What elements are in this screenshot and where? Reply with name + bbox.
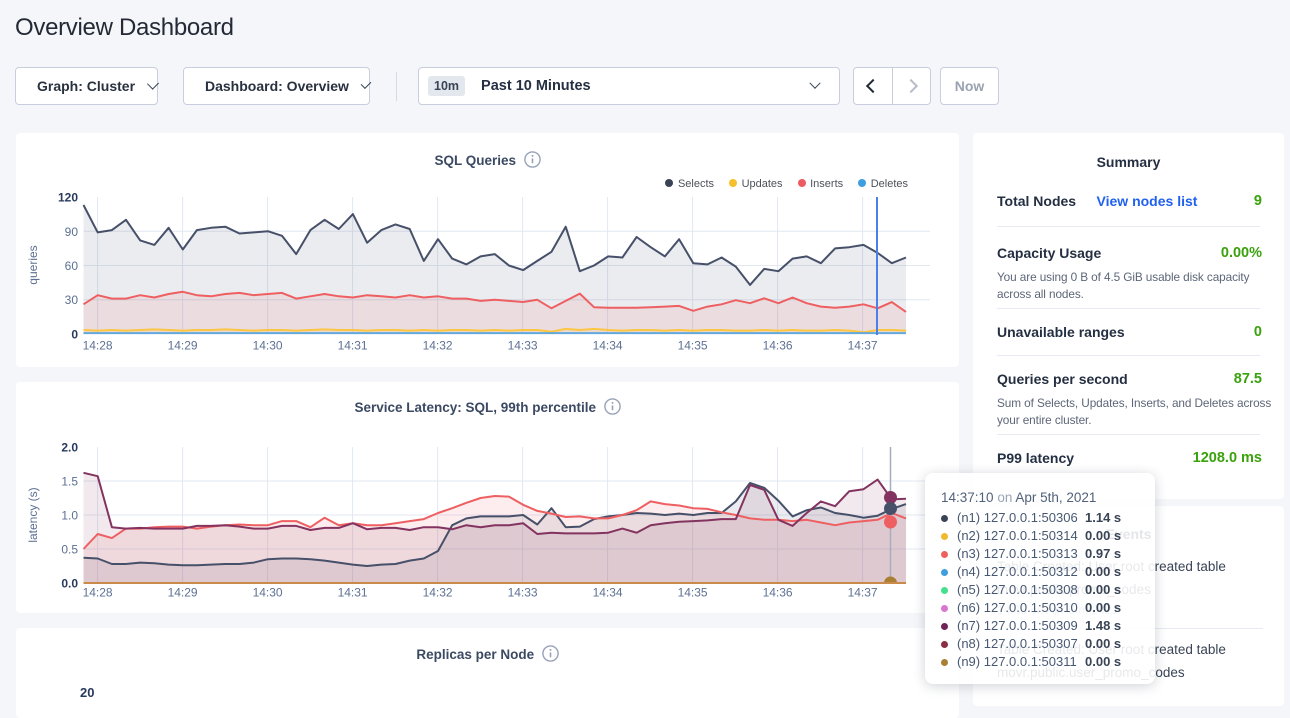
svg-text:14:33: 14:33 [508, 586, 538, 600]
svg-text:14:37: 14:37 [848, 339, 878, 353]
svg-text:14:32: 14:32 [423, 586, 453, 600]
svg-text:latency (s): latency (s) [26, 487, 40, 542]
svg-text:14:35: 14:35 [678, 586, 708, 600]
svg-text:30: 30 [65, 293, 79, 307]
svg-text:14:36: 14:36 [763, 339, 793, 353]
svg-text:14:30: 14:30 [253, 339, 283, 353]
svg-text:14:33: 14:33 [508, 339, 538, 353]
svg-text:14:29: 14:29 [168, 586, 198, 600]
svg-text:14:34: 14:34 [593, 339, 623, 353]
svg-text:14:30: 14:30 [253, 586, 283, 600]
svg-text:14:32: 14:32 [423, 339, 453, 353]
svg-text:90: 90 [65, 225, 79, 239]
svg-text:14:28: 14:28 [83, 339, 113, 353]
svg-text:0: 0 [71, 328, 78, 342]
svg-text:14:34: 14:34 [593, 586, 623, 600]
svg-text:1.5: 1.5 [61, 475, 78, 489]
svg-text:14:37: 14:37 [848, 586, 878, 600]
svg-text:14:35: 14:35 [678, 339, 708, 353]
svg-text:14:29: 14:29 [168, 339, 198, 353]
svg-text:120: 120 [58, 191, 78, 205]
svg-text:14:31: 14:31 [338, 339, 368, 353]
svg-text:queries: queries [26, 245, 40, 284]
svg-text:0.0: 0.0 [61, 577, 78, 591]
svg-text:2.0: 2.0 [61, 441, 78, 455]
svg-text:60: 60 [65, 259, 79, 273]
svg-text:1.0: 1.0 [61, 509, 78, 523]
svg-text:14:36: 14:36 [763, 586, 793, 600]
svg-text:14:28: 14:28 [83, 586, 113, 600]
svg-text:0.5: 0.5 [61, 543, 78, 557]
svg-text:14:31: 14:31 [338, 586, 368, 600]
